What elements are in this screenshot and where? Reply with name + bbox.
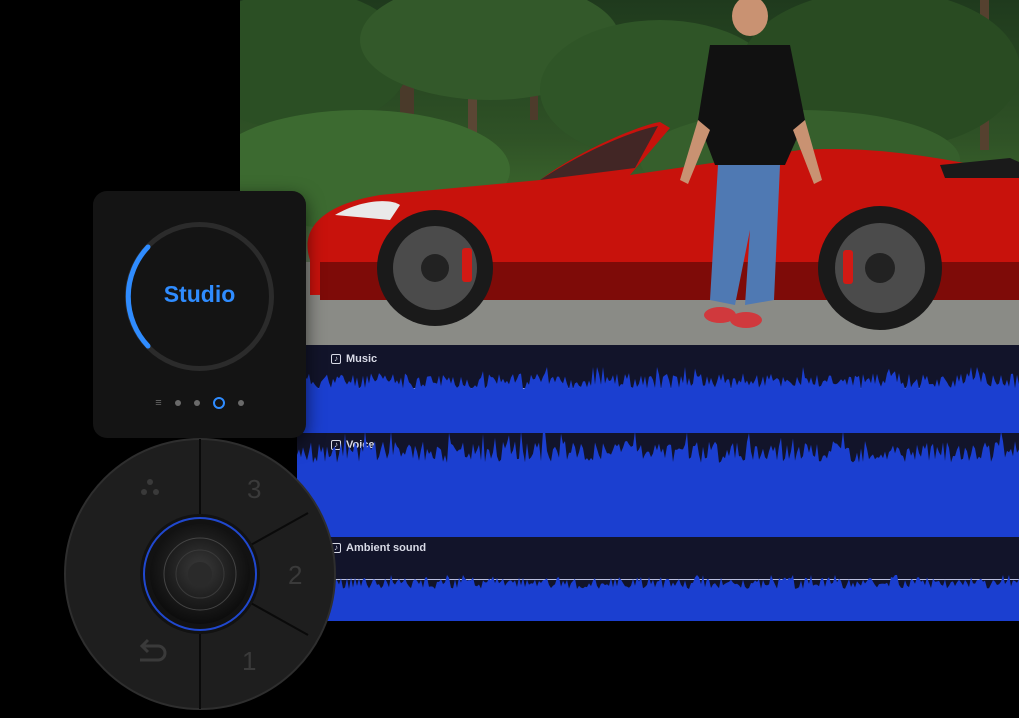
- dial-controller[interactable]: 3 2 1: [62, 436, 338, 712]
- voice-waveform[interactable]: [297, 431, 1019, 537]
- segment-1-label[interactable]: 1: [242, 646, 256, 676]
- page-dot-active[interactable]: [212, 397, 225, 409]
- page-dot[interactable]: [174, 400, 181, 406]
- track-name: Music: [346, 353, 378, 365]
- studio-mode-label: Studio: [163, 281, 236, 307]
- car-photo: [240, 0, 1019, 345]
- music-waveform[interactable]: [297, 367, 1019, 433]
- music-note-icon: ♪: [331, 354, 341, 364]
- segment-3-label[interactable]: 3: [247, 474, 261, 504]
- segment-2-label[interactable]: 2: [288, 560, 302, 590]
- page-indicator[interactable]: ≡: [93, 397, 306, 409]
- track-label-music: ♪ Music: [331, 353, 377, 365]
- studio-mode-card[interactable]: Studio ≡: [93, 191, 306, 438]
- ambient-waveform[interactable]: [297, 575, 1019, 621]
- menu-icon[interactable]: ≡: [155, 397, 161, 409]
- audio-editor: ♪ Music ♪ Voice ♪ Ambient sound: [297, 345, 1019, 621]
- track-name: Ambient sound: [346, 542, 427, 554]
- track-label-ambient: ♪ Ambient sound: [331, 542, 426, 554]
- page-dot[interactable]: [193, 400, 200, 406]
- page-dot[interactable]: [237, 400, 244, 406]
